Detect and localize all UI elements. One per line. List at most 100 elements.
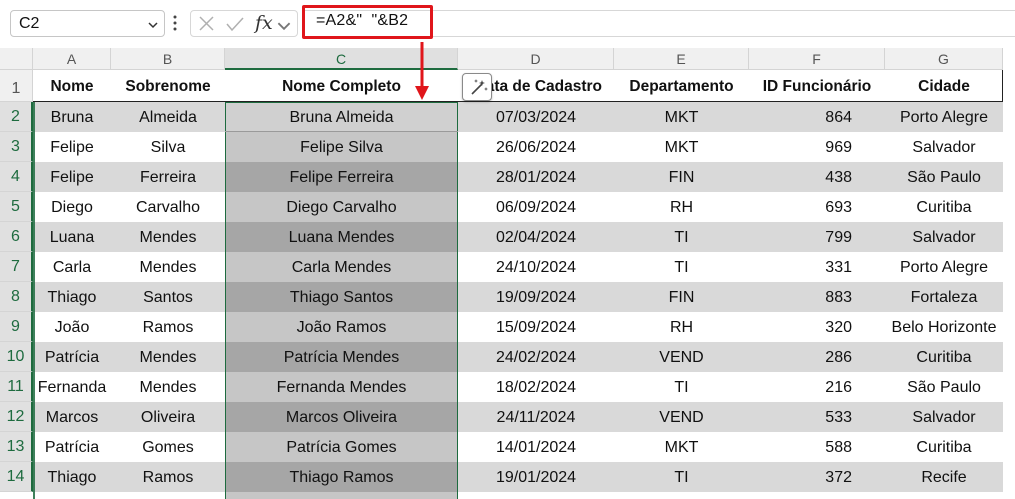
table-cell[interactable]: Mendes	[111, 222, 225, 252]
table-cell[interactable]: São Paulo	[885, 372, 1003, 402]
chevron-down-icon[interactable]	[277, 17, 291, 35]
table-cell[interactable]: 883	[749, 282, 885, 312]
row-header-13[interactable]: 13	[0, 432, 33, 462]
table-cell[interactable]: MKT	[614, 132, 749, 162]
table-cell[interactable]: TI	[614, 252, 749, 282]
table-cell[interactable]: 320	[749, 312, 885, 342]
table-cell[interactable]: Fortaleza	[885, 282, 1003, 312]
table-cell[interactable]: Diego	[33, 192, 111, 222]
table-cell[interactable]: Salvador	[885, 222, 1003, 252]
table-cell[interactable]: Santos	[111, 282, 225, 312]
table-cell[interactable]: São Paulo	[885, 162, 1003, 192]
table-cell[interactable]: VEND	[614, 402, 749, 432]
table-cell[interactable]: 26/06/2024	[458, 132, 614, 162]
row-header-2[interactable]: 2	[0, 102, 33, 132]
table-cell[interactable]: Recife	[885, 462, 1003, 492]
table-cell[interactable]: RH	[614, 192, 749, 222]
table-cell[interactable]: VEND	[614, 342, 749, 372]
table-cell[interactable]: 19/09/2024	[458, 282, 614, 312]
table-cell[interactable]: Bruna	[33, 102, 111, 132]
table-cell[interactable]: Mendes	[111, 252, 225, 282]
table-cell[interactable]: Curitiba	[885, 432, 1003, 462]
table-cell[interactable]: Ramos	[111, 312, 225, 342]
table-cell[interactable]: 331	[749, 252, 885, 282]
row-header-11[interactable]: 11	[0, 372, 33, 402]
row-header-1[interactable]: 1	[0, 70, 33, 102]
row-header-6[interactable]: 6	[0, 222, 33, 252]
chevron-down-icon[interactable]	[148, 20, 158, 30]
table-cell[interactable]: Ferreira	[111, 162, 225, 192]
row-header-9[interactable]: 9	[0, 312, 33, 342]
name-box[interactable]: C2	[10, 10, 165, 37]
table-cell[interactable]: Mendes	[111, 342, 225, 372]
row-header-5[interactable]: 5	[0, 192, 33, 222]
table-cell[interactable]: Porto Alegre	[885, 102, 1003, 132]
row-header-7[interactable]: 7	[0, 252, 33, 282]
column-header-g[interactable]: G	[885, 48, 1003, 70]
table-cell[interactable]: TI	[614, 462, 749, 492]
column-header-f[interactable]: F	[749, 48, 885, 70]
table-cell[interactable]: Carla	[33, 252, 111, 282]
table-cell[interactable]: Almeida	[111, 102, 225, 132]
flash-fill-button[interactable]	[462, 73, 492, 101]
table-cell[interactable]: 28/01/2024	[458, 162, 614, 192]
table-cell[interactable]: 438	[749, 162, 885, 192]
table-cell[interactable]: Thiago	[33, 462, 111, 492]
table-cell[interactable]: Carvalho	[111, 192, 225, 222]
table-cell[interactable]: Salvador	[885, 402, 1003, 432]
table-cell[interactable]: 02/04/2024	[458, 222, 614, 252]
column-header-b[interactable]: B	[111, 48, 225, 70]
table-cell[interactable]: Ramos	[111, 462, 225, 492]
table-cell[interactable]: 693	[749, 192, 885, 222]
table-cell[interactable]: MKT	[614, 102, 749, 132]
table-cell[interactable]: TI	[614, 222, 749, 252]
active-cell-c2[interactable]	[225, 102, 458, 132]
table-cell[interactable]: 286	[749, 342, 885, 372]
table-cell[interactable]: 372	[749, 462, 885, 492]
row-header-10[interactable]: 10	[0, 342, 33, 372]
table-cell[interactable]: FIN	[614, 282, 749, 312]
row-header-4[interactable]: 4	[0, 162, 33, 192]
table-cell[interactable]: Curitiba	[885, 342, 1003, 372]
table-cell[interactable]: 864	[749, 102, 885, 132]
table-cell[interactable]: TI	[614, 372, 749, 402]
table-cell[interactable]: 06/09/2024	[458, 192, 614, 222]
table-cell[interactable]: 588	[749, 432, 885, 462]
table-cell[interactable]: Silva	[111, 132, 225, 162]
table-cell[interactable]: Luana	[33, 222, 111, 252]
close-icon[interactable]	[197, 15, 217, 33]
table-cell[interactable]: 18/02/2024	[458, 372, 614, 402]
table-cell[interactable]: João	[33, 312, 111, 342]
row-header-3[interactable]: 3	[0, 132, 33, 162]
checkmark-icon[interactable]	[225, 15, 245, 33]
table-cell[interactable]: Fernanda	[33, 372, 111, 402]
table-cell[interactable]: Marcos	[33, 402, 111, 432]
table-cell[interactable]: Porto Alegre	[885, 252, 1003, 282]
insert-function-button[interactable]: fx	[255, 12, 273, 34]
table-cell[interactable]: 07/03/2024	[458, 102, 614, 132]
table-cell[interactable]: 14/01/2024	[458, 432, 614, 462]
table-cell[interactable]: 533	[749, 402, 885, 432]
table-cell[interactable]: Thiago	[33, 282, 111, 312]
table-cell[interactable]: Felipe	[33, 132, 111, 162]
table-cell[interactable]: 216	[749, 372, 885, 402]
table-cell[interactable]: 24/10/2024	[458, 252, 614, 282]
table-cell[interactable]: RH	[614, 312, 749, 342]
table-cell[interactable]: Patrícia	[33, 432, 111, 462]
table-cell[interactable]: Curitiba	[885, 192, 1003, 222]
table-cell[interactable]: 969	[749, 132, 885, 162]
column-header-e[interactable]: E	[614, 48, 749, 70]
column-header-a[interactable]: A	[33, 48, 111, 70]
table-cell[interactable]: 24/11/2024	[458, 402, 614, 432]
table-cell[interactable]: Salvador	[885, 132, 1003, 162]
table-cell[interactable]: Patrícia	[33, 342, 111, 372]
row-header-12[interactable]: 12	[0, 402, 33, 432]
more-options-icon[interactable]	[173, 14, 177, 32]
row-header-14[interactable]: 14	[0, 462, 33, 492]
table-cell[interactable]: Oliveira	[111, 402, 225, 432]
column-header-d[interactable]: D	[458, 48, 614, 70]
row-header-8[interactable]: 8	[0, 282, 33, 312]
select-all-corner[interactable]	[0, 48, 33, 70]
table-cell[interactable]: MKT	[614, 432, 749, 462]
table-cell[interactable]: 24/02/2024	[458, 342, 614, 372]
